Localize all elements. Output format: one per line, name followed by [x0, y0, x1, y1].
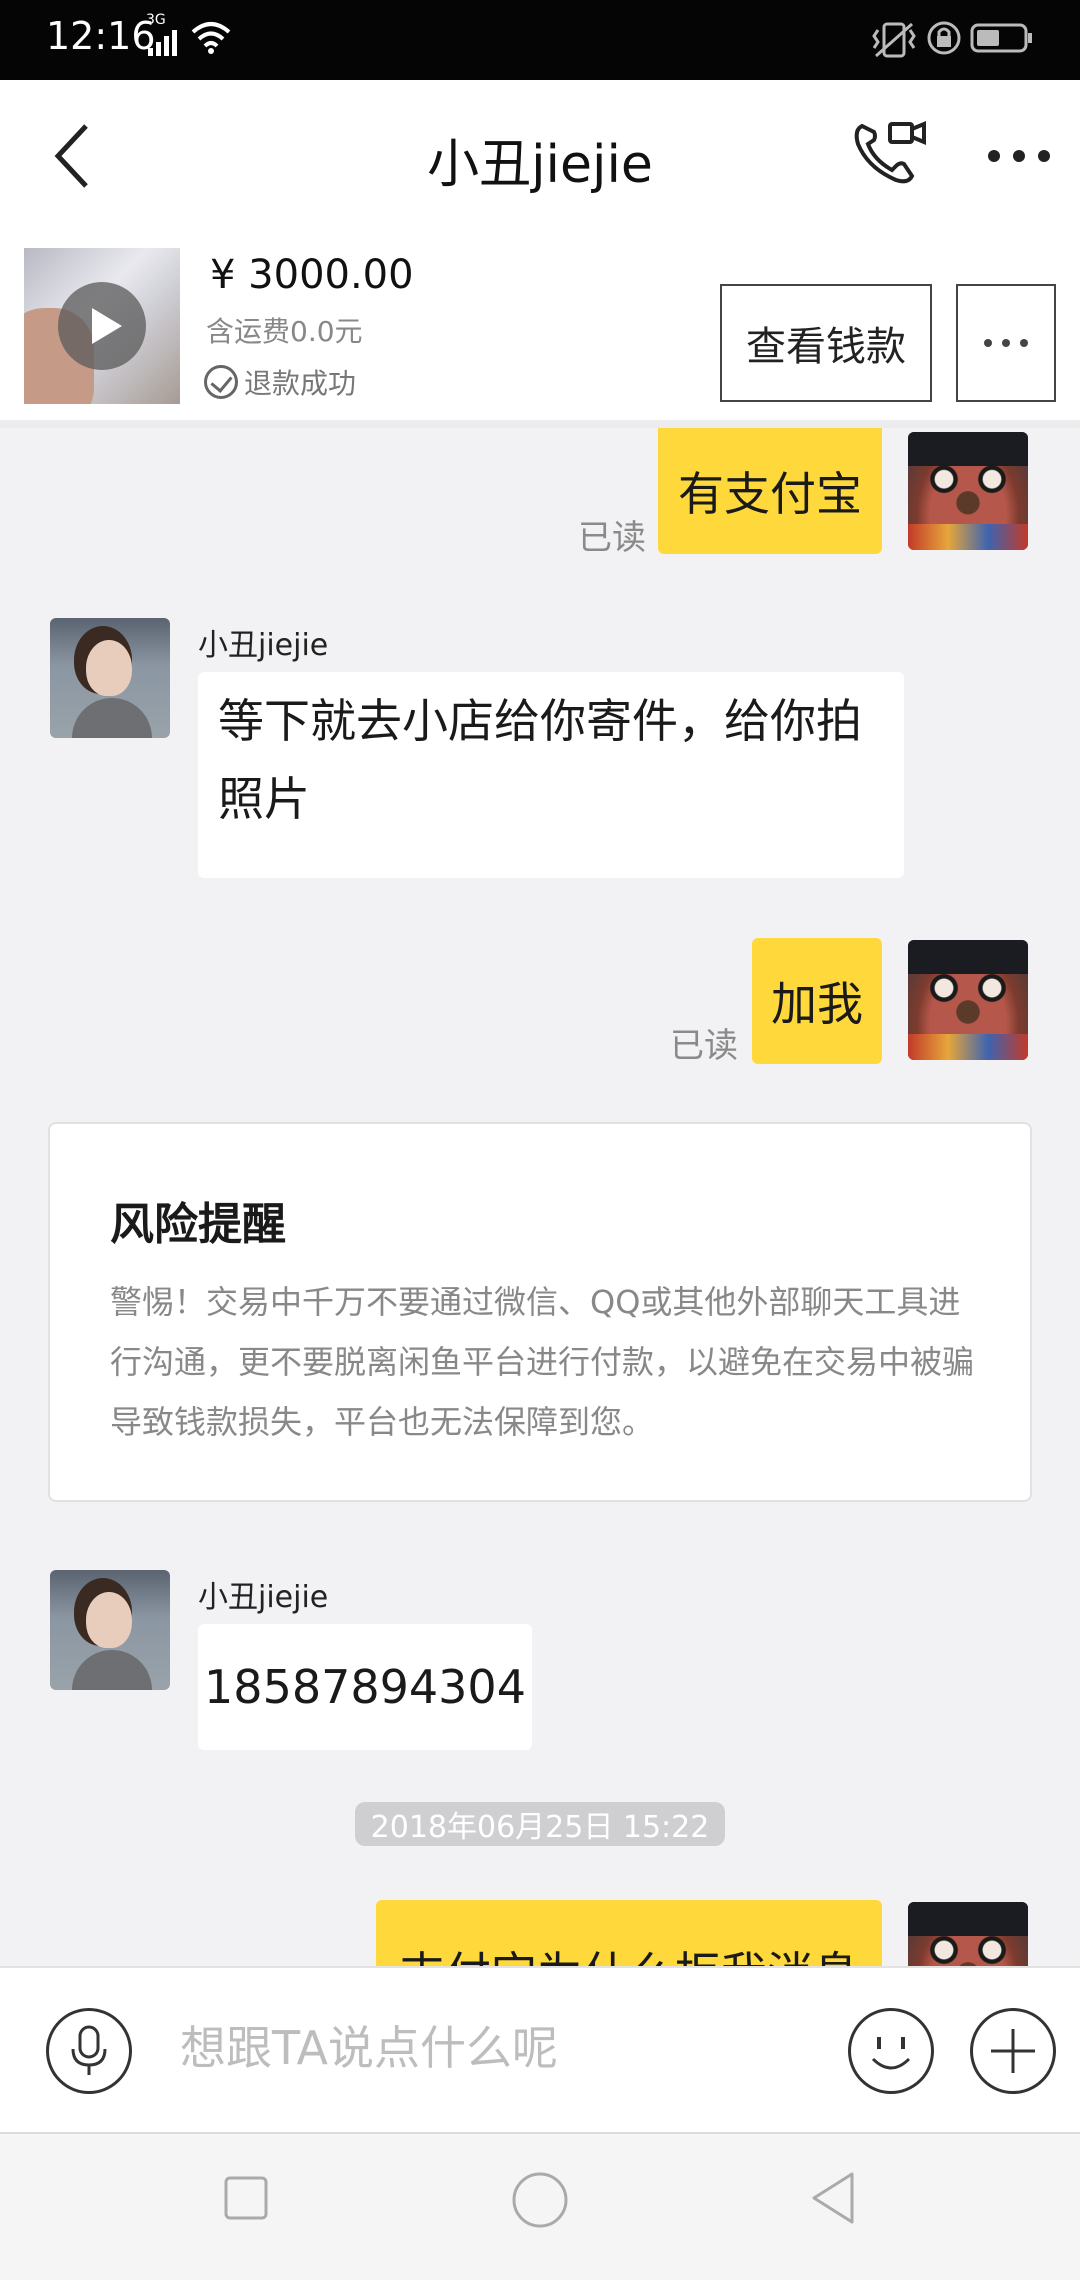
- lock-rotation-icon: [927, 21, 961, 55]
- message-bubble-mine[interactable]: 支付宝为什么拒我消息: [376, 1900, 882, 1968]
- vibrate-icon: [872, 22, 916, 58]
- product-more-button[interactable]: [956, 284, 1056, 402]
- my-avatar[interactable]: [908, 1902, 1028, 1968]
- sender-name: 小丑jiejie: [198, 628, 329, 663]
- shipping-fee: 含运费0.0元: [206, 315, 363, 348]
- product-price: ¥ 3000.00: [210, 252, 414, 298]
- message-bubble-mine[interactable]: 加我: [752, 938, 882, 1064]
- message-bubble-contact[interactable]: 等下就去小店给你寄件，给你拍照片: [198, 672, 904, 878]
- message-input[interactable]: [180, 2008, 800, 2088]
- read-receipt: 已读: [670, 1026, 738, 1066]
- risk-warning-text: 警惕！交易中千万不要通过微信、QQ或其他外部聊天工具进行沟通，更不要脱离闲鱼平台…: [110, 1283, 975, 1441]
- back-triangle-icon[interactable]: [808, 2170, 858, 2226]
- product-bar: ¥ 3000.00 含运费0.0元 退款成功 查看钱款: [0, 238, 1080, 428]
- home-icon[interactable]: [510, 2170, 570, 2230]
- system-nav-bar: [0, 2134, 1080, 2280]
- refund-status: 退款成功: [204, 362, 356, 402]
- microphone-icon[interactable]: [46, 2008, 132, 2094]
- my-avatar[interactable]: [908, 940, 1028, 1060]
- network-type: 3G: [146, 12, 166, 28]
- emoji-icon[interactable]: [848, 2008, 934, 2094]
- status-time: 12:16: [46, 14, 156, 58]
- refund-status-label: 退款成功: [244, 367, 357, 400]
- wifi-icon: [191, 22, 231, 54]
- product-thumbnail[interactable]: [24, 248, 180, 404]
- chat-area[interactable]: 已读 有支付宝 小丑jiejie 等下就去小店给你寄件，给你拍照片 已读 加我 …: [0, 428, 1080, 1968]
- check-circle-icon: [204, 365, 238, 399]
- signal-icon: [148, 30, 177, 56]
- my-avatar[interactable]: [908, 432, 1028, 550]
- sender-name: 小丑jiejie: [198, 1580, 329, 1615]
- message-timestamp: 2018年06月25日 15:22: [355, 1802, 725, 1846]
- status-bar: 12:16 3G: [0, 0, 1080, 80]
- more-dots-icon[interactable]: [986, 146, 1052, 166]
- message-bubble-mine[interactable]: 有支付宝: [658, 428, 882, 554]
- contact-avatar[interactable]: [50, 618, 170, 738]
- input-bar: [0, 1966, 1080, 2134]
- recent-apps-icon[interactable]: [222, 2174, 270, 2222]
- play-icon[interactable]: [58, 282, 146, 370]
- nav-bar: 小丑jiejie: [0, 80, 1080, 238]
- read-receipt: 已读: [578, 518, 646, 558]
- plus-icon[interactable]: [970, 2008, 1056, 2094]
- battery-icon: [970, 23, 1032, 53]
- contact-avatar[interactable]: [50, 1570, 170, 1690]
- phone-video-icon[interactable]: [852, 116, 932, 188]
- risk-warning-title: 风险提醒: [110, 1199, 286, 1250]
- risk-warning-card: 风险提醒 警惕！交易中千万不要通过微信、QQ或其他外部聊天工具进行沟通，更不要脱…: [48, 1122, 1032, 1502]
- view-money-button[interactable]: 查看钱款: [720, 284, 932, 402]
- message-bubble-contact[interactable]: 18587894304: [198, 1624, 532, 1750]
